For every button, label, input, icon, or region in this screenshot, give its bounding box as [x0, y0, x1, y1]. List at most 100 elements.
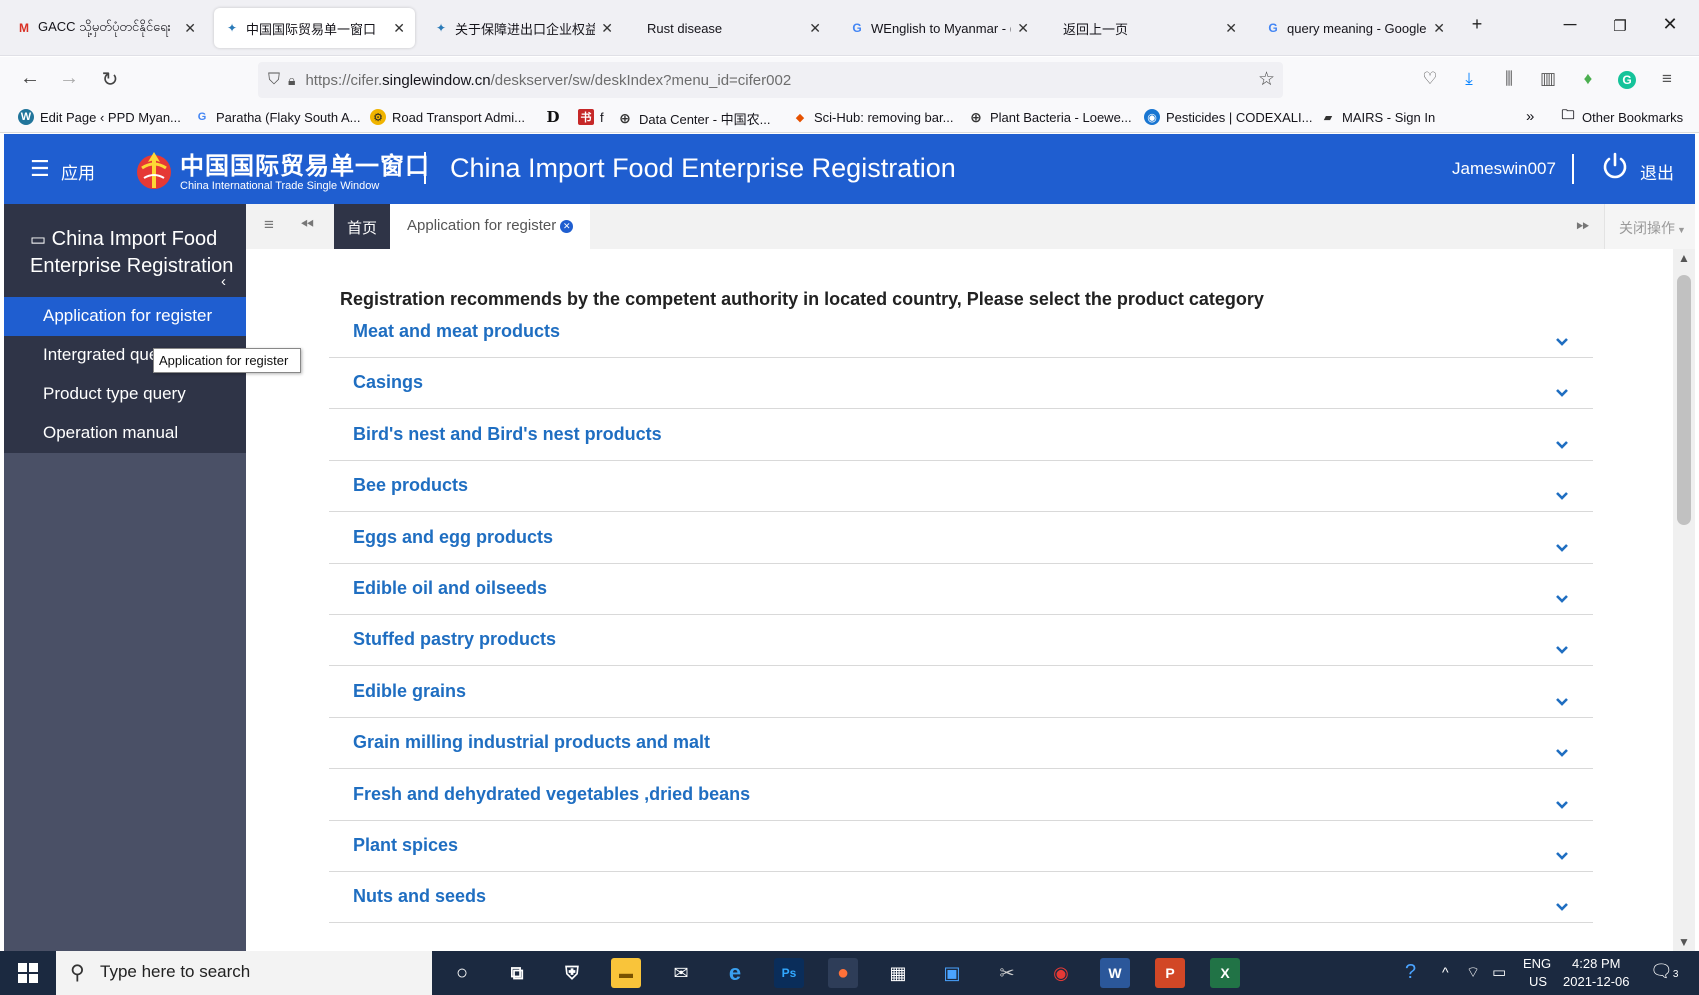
category-label[interactable]: Meat and meat products: [353, 321, 560, 342]
close-tab-icon[interactable]: ✕: [1433, 20, 1445, 37]
collapse-sidebar-icon[interactable]: ‹: [221, 269, 226, 295]
reload-icon[interactable]: ↻: [96, 67, 124, 92]
category-row[interactable]: Grain milling industrial products and ma…: [329, 718, 1593, 770]
calculator-icon[interactable]: ▦: [883, 958, 913, 988]
other-bookmarks[interactable]: 🗀 Other Bookmarks: [1560, 107, 1683, 125]
browser-tab-rust[interactable]: Rust disease ✕: [631, 8, 831, 48]
clock[interactable]: 4:28 PM 2021-12-06: [1563, 956, 1630, 989]
category-label[interactable]: Bird's nest and Bird's nest products: [353, 424, 662, 445]
cortana-icon[interactable]: ○: [447, 958, 477, 988]
restore-icon[interactable]: ❐: [1600, 17, 1640, 35]
forward-icon[interactable]: →: [55, 67, 83, 90]
category-row[interactable]: Plant spices: [329, 821, 1593, 872]
category-label[interactable]: Grain milling industrial products and ma…: [353, 732, 710, 753]
close-tab-icon[interactable]: ✕: [1225, 20, 1237, 37]
close-tab-icon[interactable]: ✕: [1017, 20, 1029, 37]
sidebar-toggle-icon[interactable]: ▥: [1536, 69, 1560, 89]
url-bar[interactable]: ⛉ 🔒︎ https://cifer. singlewindow.cn/desks…: [258, 62, 1283, 98]
chevron-down-icon[interactable]: [1555, 800, 1569, 810]
close-tab-icon[interactable]: ✕: [393, 20, 405, 37]
apps-label[interactable]: 应用: [61, 159, 95, 184]
excel-icon[interactable]: X: [1210, 958, 1240, 988]
downloads-icon[interactable]: ⤓: [1457, 69, 1481, 89]
scroll-tabs-right-icon[interactable]: ⏩︎: [1568, 215, 1598, 235]
category-row[interactable]: Nuts and seeds: [329, 872, 1593, 924]
category-label[interactable]: Bee products: [353, 475, 468, 496]
scrollbar[interactable]: ▲ ▼: [1673, 249, 1695, 951]
category-row[interactable]: Edible grains: [329, 667, 1593, 718]
close-tab-icon[interactable]: ✕: [601, 20, 613, 37]
scroll-up-icon[interactable]: ▲: [1678, 251, 1690, 265]
category-label[interactable]: Stuffed pastry products: [353, 629, 556, 650]
bookmark-item[interactable]: ⊕ Data Center - 中国农...: [617, 109, 770, 128]
new-tab-icon[interactable]: +: [1457, 14, 1497, 35]
back-icon[interactable]: ←: [16, 67, 44, 90]
extension-icon[interactable]: ♦: [1576, 69, 1600, 89]
taskbar-search-input[interactable]: ⚲ Type here to search: [56, 951, 432, 995]
pdf-icon[interactable]: ◉: [1046, 958, 1076, 988]
browser-tab-gacc[interactable]: M GACC သို့မှတ်ပုံတင်နိုင်ရေး ✕: [6, 8, 206, 48]
chevron-down-icon[interactable]: [1555, 491, 1569, 501]
browser-tab-rights[interactable]: ✦ 关于保障进出口企业权益 ✕: [423, 8, 623, 48]
category-row[interactable]: Bee products: [329, 461, 1593, 513]
bookmark-star-icon[interactable]: ☆: [1258, 68, 1275, 91]
bookmark-item[interactable]: D: [545, 108, 567, 126]
security-icon[interactable]: ⛨: [557, 958, 587, 988]
powerpoint-icon[interactable]: P: [1155, 958, 1185, 988]
battery-icon[interactable]: ▭: [1492, 963, 1506, 981]
app-menu-icon[interactable]: ≡: [1655, 69, 1679, 89]
sidebar-item-operation-manual[interactable]: Operation manual: [4, 414, 246, 453]
hamburger-menu-icon[interactable]: ☰: [30, 156, 50, 182]
help-icon[interactable]: ?: [1405, 961, 1416, 984]
chevron-down-icon[interactable]: [1555, 697, 1569, 707]
minimize-icon[interactable]: ─: [1550, 14, 1590, 35]
library-icon[interactable]: ⫼: [1497, 69, 1521, 89]
chevron-down-icon[interactable]: [1555, 902, 1569, 912]
category-label[interactable]: Eggs and egg products: [353, 527, 553, 548]
browser-tab-singlewindow[interactable]: ✦ 中国国际贸易单一窗口 ✕: [214, 8, 415, 48]
show-hidden-icons-icon[interactable]: ^: [1442, 964, 1449, 980]
bookmark-item[interactable]: G Paratha (Flaky South A...: [194, 109, 361, 125]
snipping-tool-icon[interactable]: ✂: [992, 958, 1022, 988]
bookmark-item[interactable]: ⚙ Road Transport Admi...: [370, 109, 525, 125]
tab-application-for-register[interactable]: Application for register ✕: [390, 204, 590, 249]
scroll-down-icon[interactable]: ▼: [1678, 935, 1690, 949]
sidebar-item-application[interactable]: Application for register: [4, 297, 246, 336]
close-operations-dropdown[interactable]: 关闭操作 ▼: [1604, 204, 1695, 249]
task-view-icon[interactable]: ⧉: [502, 958, 532, 988]
scrollbar-thumb[interactable]: [1677, 275, 1691, 525]
windows-start-icon[interactable]: [18, 963, 38, 983]
chevron-down-icon[interactable]: [1555, 388, 1569, 398]
mail-icon[interactable]: ✉: [666, 958, 696, 988]
chevron-down-icon[interactable]: [1555, 748, 1569, 758]
chevron-down-icon[interactable]: [1555, 594, 1569, 604]
username[interactable]: Jameswin007: [1452, 159, 1556, 179]
category-label[interactable]: Edible grains: [353, 681, 466, 702]
chevron-down-icon[interactable]: [1555, 851, 1569, 861]
category-label[interactable]: Plant spices: [353, 835, 458, 856]
category-row[interactable]: Edible oil and oilseeds: [329, 564, 1593, 615]
category-row[interactable]: Eggs and egg products: [329, 513, 1593, 564]
bookmark-item[interactable]: ▰ MAIRS - Sign In: [1320, 109, 1435, 125]
browser-tab-query[interactable]: G query meaning - Google ✕: [1255, 8, 1455, 48]
firefox-icon[interactable]: ●: [828, 958, 858, 988]
chevron-down-icon[interactable]: [1555, 645, 1569, 655]
chevron-down-icon[interactable]: [1555, 543, 1569, 553]
pocket-icon[interactable]: ♡: [1418, 69, 1442, 89]
bookmark-item[interactable]: ◆ Sci-Hub: removing bar...: [792, 109, 954, 125]
menu-toggle-icon[interactable]: ≡: [254, 215, 284, 235]
language-indicator[interactable]: ENG US: [1523, 956, 1551, 989]
close-tab-icon[interactable]: ✕: [809, 20, 821, 37]
close-tab-icon[interactable]: ✕: [560, 220, 574, 233]
category-label[interactable]: Nuts and seeds: [353, 886, 486, 907]
bookmark-item[interactable]: 书f: [578, 109, 604, 125]
power-icon[interactable]: [1601, 152, 1629, 180]
category-label[interactable]: Edible oil and oilseeds: [353, 578, 547, 599]
bookmark-item[interactable]: ⊕ Plant Bacteria - Loewe...: [968, 109, 1132, 125]
chevron-down-icon[interactable]: [1555, 440, 1569, 450]
notifications-icon[interactable]: 🗨︎3: [1650, 961, 1678, 982]
browser-tab-wenglish[interactable]: G WEnglish to Myanmar - ( ✕: [839, 8, 1039, 48]
close-window-icon[interactable]: ✕: [1650, 14, 1690, 35]
category-row[interactable]: Bird's nest and Bird's nest products: [329, 410, 1593, 461]
word-icon[interactable]: W: [1100, 958, 1130, 988]
